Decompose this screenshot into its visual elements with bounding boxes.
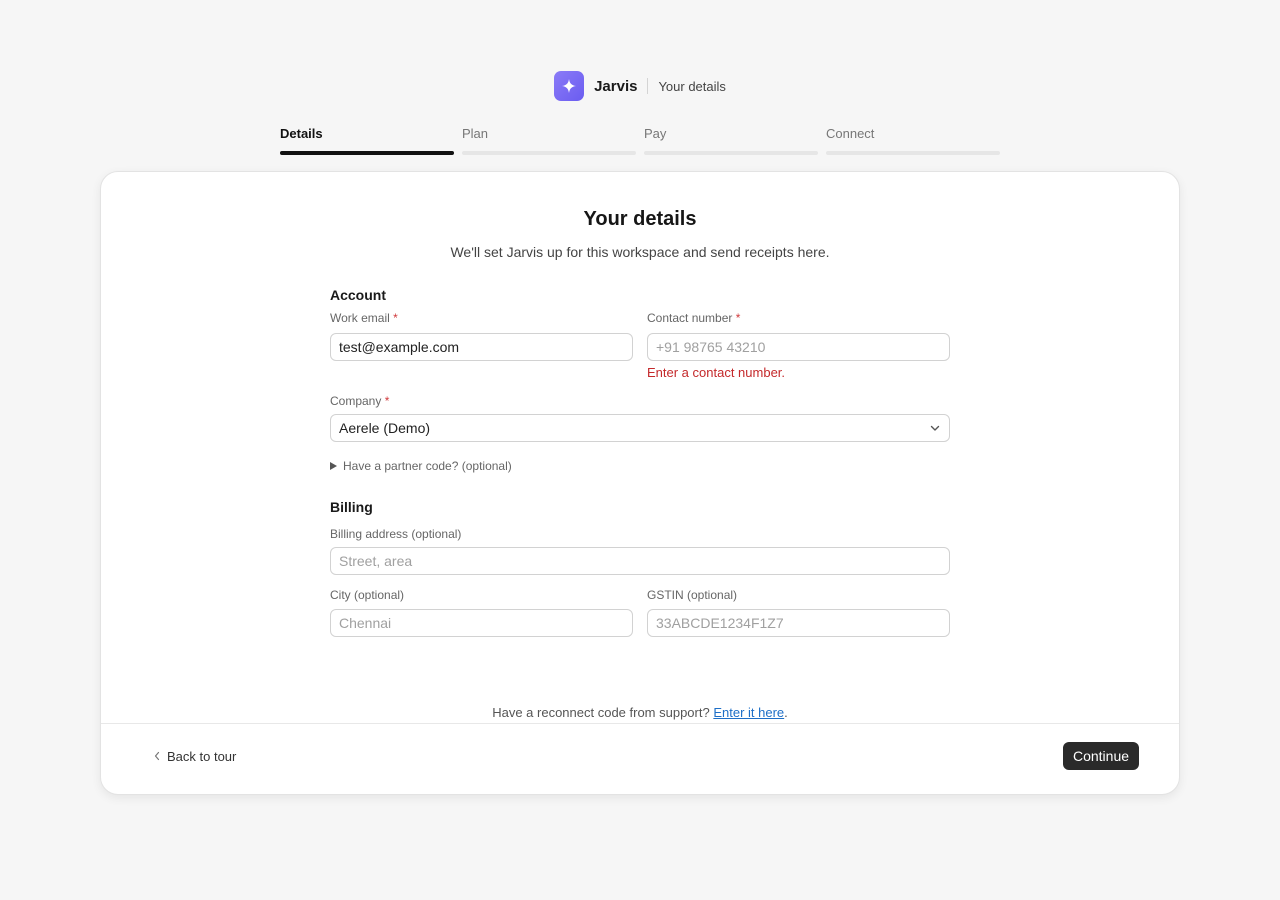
app-header: Jarvis Your details	[0, 70, 1280, 102]
enter-reconnect-code-link[interactable]: Enter it here	[713, 705, 784, 720]
footer-divider	[101, 723, 1179, 724]
gstin-group: GSTIN (optional)	[647, 586, 950, 637]
back-label: Back to tour	[167, 748, 237, 764]
email-group: Work email *	[330, 309, 633, 381]
city-gstin-row: City (optional) GSTIN (optional)	[330, 586, 950, 637]
details-card: Your details We'll set Jarvis up for thi…	[100, 171, 1180, 795]
company-label-text: Company	[330, 394, 382, 408]
city-label: City (optional)	[330, 588, 405, 602]
step-connect: Connect	[826, 126, 1000, 155]
chevron-down-icon	[930, 425, 940, 431]
step-label: Connect	[826, 126, 875, 141]
triangle-right-icon	[330, 462, 337, 470]
company-group: Company * Aerele (Demo)	[330, 392, 950, 442]
required-mark: *	[735, 311, 741, 325]
contact-number-input[interactable]	[647, 333, 950, 361]
chevron-left-icon	[154, 751, 160, 761]
required-mark: *	[384, 394, 390, 408]
step-label: Plan	[462, 126, 489, 141]
step-progress-bar	[644, 151, 818, 155]
reconnect-period: .	[784, 705, 788, 720]
email-label: Work email *	[330, 309, 633, 327]
header-divider	[647, 78, 649, 94]
step-plan: Plan	[462, 126, 636, 155]
address-label: Billing address (optional)	[330, 527, 462, 541]
account-section-title: Account	[330, 287, 386, 303]
email-contact-row: Work email * Contact number * Enter a co…	[330, 309, 950, 381]
step-label: Pay	[644, 126, 667, 141]
city-input[interactable]	[330, 609, 633, 637]
brand-name: Jarvis	[594, 77, 638, 95]
back-to-tour-button[interactable]: Back to tour	[153, 747, 236, 765]
step-label: Details	[280, 126, 323, 141]
sparkle-icon	[562, 79, 577, 93]
progress-stepper: Details Plan Pay Connect	[280, 126, 1000, 155]
billing-address-input[interactable]	[330, 547, 950, 575]
company-label: Company *	[330, 392, 950, 410]
gstin-input[interactable]	[647, 609, 950, 637]
details-form: Account Work email * Contact number * En…	[330, 285, 950, 637]
header-subtitle: Your details	[658, 78, 726, 94]
required-mark: *	[393, 311, 398, 325]
step-progress-bar	[462, 151, 636, 155]
step-details: Details	[280, 126, 454, 155]
page-title: Your details	[583, 208, 697, 230]
step-progress-bar	[280, 151, 454, 155]
step-pay: Pay	[644, 126, 818, 155]
work-email-input[interactable]	[330, 333, 633, 361]
city-group: City (optional)	[330, 586, 633, 637]
reconnect-text: Have a reconnect code from support?	[492, 705, 710, 720]
contact-group: Contact number * Enter a contact number.	[647, 309, 950, 381]
page-subtitle: We'll set Jarvis up for this workspace a…	[450, 244, 830, 260]
company-selected-value: Aerele (Demo)	[339, 420, 431, 436]
continue-button[interactable]: Continue	[1063, 742, 1139, 770]
company-select[interactable]: Aerele (Demo)	[330, 414, 950, 442]
partner-code-toggle[interactable]: Have a partner code? (optional)	[330, 458, 950, 474]
reconnect-notice: Have a reconnect code from support? Ente…	[101, 705, 1179, 720]
jarvis-logo	[554, 71, 585, 101]
step-progress-bar	[826, 151, 1000, 155]
contact-error-message: Enter a contact number.	[647, 365, 786, 380]
address-group: Billing address (optional)	[330, 525, 950, 575]
partner-code-label: Have a partner code? (optional)	[343, 459, 512, 473]
billing-section-title: Billing	[330, 499, 373, 515]
contact-label: Contact number *	[647, 309, 950, 327]
contact-label-text: Contact number	[647, 311, 733, 325]
gstin-label: GSTIN (optional)	[647, 588, 738, 602]
email-label-text: Work email	[330, 311, 390, 325]
